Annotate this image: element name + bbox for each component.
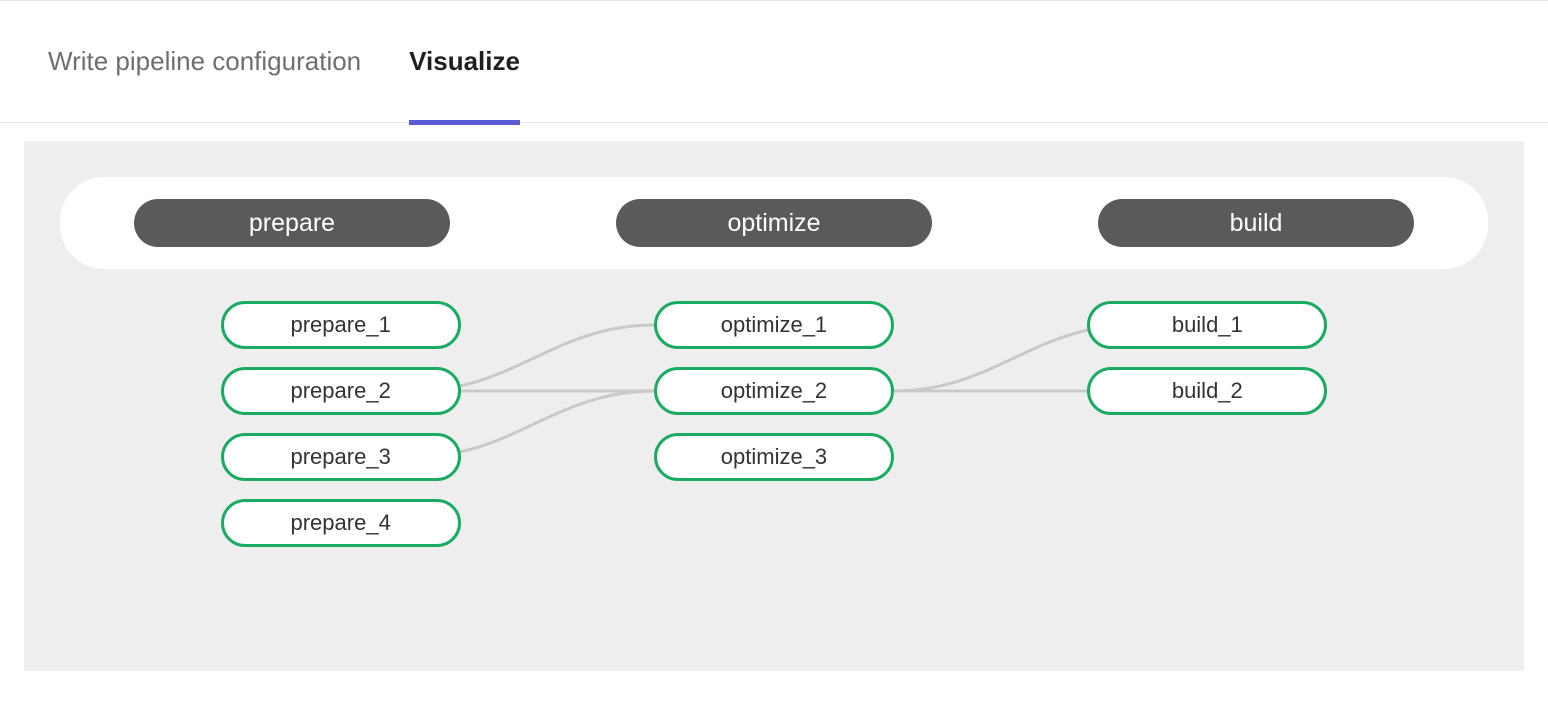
tab-write-pipeline-configuration[interactable]: Write pipeline configuration bbox=[48, 1, 361, 122]
job-build-2[interactable]: build_2 bbox=[1087, 367, 1327, 415]
job-build-1[interactable]: build_1 bbox=[1087, 301, 1327, 349]
job-prepare-2[interactable]: prepare_2 bbox=[221, 367, 461, 415]
job-prepare-1[interactable]: prepare_1 bbox=[221, 301, 461, 349]
job-columns: prepare_1 prepare_2 prepare_3 prepare_4 … bbox=[24, 301, 1524, 671]
tab-visualize[interactable]: Visualize bbox=[409, 1, 520, 122]
tab-bar: Write pipeline configuration Visualize bbox=[0, 1, 1548, 123]
job-optimize-3[interactable]: optimize_3 bbox=[654, 433, 894, 481]
stage-header-optimize: optimize bbox=[616, 199, 932, 247]
stage-header-prepare: prepare bbox=[134, 199, 450, 247]
stage-column-prepare: prepare_1 prepare_2 prepare_3 prepare_4 bbox=[124, 301, 557, 671]
stage-column-optimize: optimize_1 optimize_2 optimize_3 bbox=[557, 301, 990, 671]
job-prepare-4[interactable]: prepare_4 bbox=[221, 499, 461, 547]
stage-column-build: build_1 build_2 bbox=[991, 301, 1424, 671]
pipeline-visualization-canvas: prepare optimize build prepare_1 prepare… bbox=[24, 141, 1524, 671]
job-optimize-2[interactable]: optimize_2 bbox=[654, 367, 894, 415]
stage-header-build: build bbox=[1098, 199, 1414, 247]
job-prepare-3[interactable]: prepare_3 bbox=[221, 433, 461, 481]
stage-header-bar: prepare optimize build bbox=[60, 177, 1488, 269]
job-optimize-1[interactable]: optimize_1 bbox=[654, 301, 894, 349]
